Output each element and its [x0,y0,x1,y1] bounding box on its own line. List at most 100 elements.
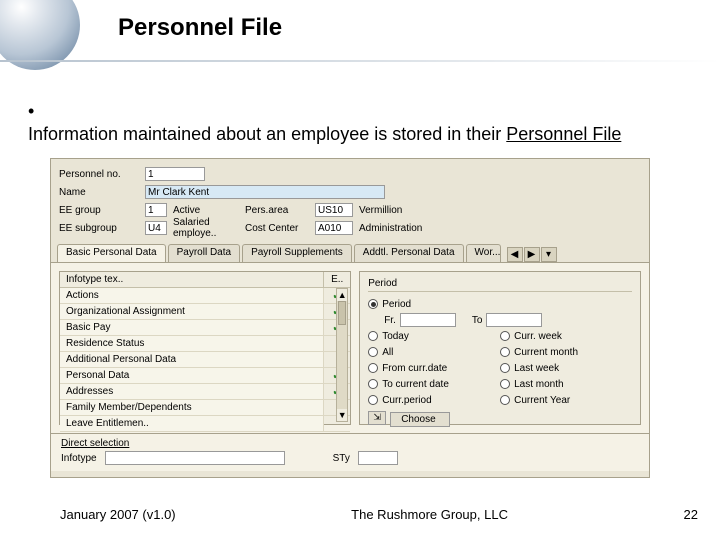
to-date-field[interactable] [486,313,542,327]
name-field[interactable]: Mr Clark Kent [145,185,385,199]
radio-curr-week-label: Curr. week [514,331,562,342]
radio-period[interactable] [368,299,378,309]
radio-all[interactable] [368,347,378,357]
list-item-label: Basic Pay [60,320,324,335]
infotype-list-header: Infotype tex.. E.. [60,272,350,288]
slide-number: 22 [684,507,698,522]
cost-center-field[interactable]: A010 [315,221,353,235]
list-item[interactable]: Residence Status [60,336,350,352]
col-exists: E.. [324,272,350,287]
from-date-field[interactable] [400,313,456,327]
direct-selection-title: Direct selection [61,438,639,449]
radio-current-year-label: Current Year [514,395,570,406]
radio-from-curr-date[interactable] [368,363,378,373]
radio-curr-period[interactable] [368,395,378,405]
list-item[interactable]: Family Member/Dependents [60,400,350,416]
pers-area-text: Vermillion [353,205,402,216]
header-rule [0,60,720,62]
pers-area-field[interactable]: US10 [315,203,353,217]
to-label: To [472,315,483,326]
radio-curr-week[interactable] [500,331,510,341]
list-item-label: Family Member/Dependents [60,400,324,415]
radio-curr-period-label: Curr.period [382,395,431,406]
list-item-label: Organizational Assignment [60,304,324,319]
slide-footer: January 2007 (v1.0) The Rushmore Group, … [60,507,698,522]
tab-nav: ◀ ▶ ▾ [507,247,557,262]
tab-next-icon[interactable]: ▶ [524,247,540,262]
radio-last-week[interactable] [500,363,510,373]
radio-to-current-date-label: To current date [382,379,449,390]
infotype-field[interactable] [105,451,285,465]
period-panel: Period Period Fr. To Today All From curr… [359,271,641,425]
list-item[interactable]: Basic Pay✓ [60,320,350,336]
col-infotype-text: Infotype tex.. [60,272,324,287]
choose-icon[interactable]: ⇲ [368,411,386,425]
ee-group-text: Active [167,205,245,216]
tab-work[interactable]: Wor... [466,244,501,262]
ee-subgroup-text: Salaried employe.. [167,217,245,239]
infotype-list-panel: Infotype tex.. E.. Actions✓ Organization… [59,271,351,425]
list-item-label: Additional Personal Data [60,352,324,367]
label-pers-area: Pers.area [245,205,315,216]
scroll-up-icon[interactable]: ▲ [337,289,347,301]
radio-from-curr-date-label: From curr.date [382,363,447,374]
list-item[interactable]: Addresses✓ [60,384,350,400]
list-item-label: Leave Entitlemen.. [60,416,324,431]
header-form: Personnel no. 1 Name Mr Clark Kent EE gr… [51,159,649,241]
label-pers-no: Personnel no. [59,169,145,180]
scroll-thumb[interactable] [338,301,346,325]
tab-body: Infotype tex.. E.. Actions✓ Organization… [51,263,649,433]
footer-center: The Rushmore Group, LLC [351,507,508,522]
tab-payroll-data[interactable]: Payroll Data [168,244,240,262]
tab-list-icon[interactable]: ▾ [541,247,557,262]
list-item[interactable]: Additional Personal Data [60,352,350,368]
app-screenshot: Personnel no. 1 Name Mr Clark Kent EE gr… [50,158,650,478]
list-item-label: Personal Data [60,368,324,383]
radio-all-label: All [382,347,393,358]
footer-left: January 2007 (v1.0) [60,507,176,522]
bullet-point: • Information maintained about an employ… [28,100,680,147]
from-label: Fr. [384,315,396,326]
label-name: Name [59,187,145,198]
tab-prev-icon[interactable]: ◀ [507,247,523,262]
choose-button[interactable]: Choose [390,412,450,427]
sty-label: STy [333,453,350,464]
cost-center-text: Administration [353,223,422,234]
label-ee-group: EE group [59,205,145,216]
radio-current-month-label: Current month [514,347,578,358]
infotype-label: Infotype [61,453,97,464]
list-item[interactable]: Actions✓ [60,288,350,304]
sty-field[interactable] [358,451,398,465]
ee-subgroup-field[interactable]: U4 [145,221,167,235]
bullet-underlined: Personnel File [506,124,621,144]
radio-last-week-label: Last week [514,363,559,374]
radio-today-label: Today [382,331,409,342]
tab-bar: Basic Personal Data Payroll Data Payroll… [51,241,649,263]
list-item[interactable]: Personal Data✓ [60,368,350,384]
radio-current-year[interactable] [500,395,510,405]
scroll-down-icon[interactable]: ▼ [337,409,347,421]
tab-payroll-supplements[interactable]: Payroll Supplements [242,244,352,262]
slide-title: Personnel File [118,14,282,42]
radio-to-current-date[interactable] [368,379,378,389]
ee-group-field[interactable]: 1 [145,203,167,217]
radio-current-month[interactable] [500,347,510,357]
list-item-label: Actions [60,288,324,303]
label-cost-center: Cost Center [245,223,315,234]
list-item[interactable]: Leave Entitlemen.. [60,416,350,432]
tab-basic-personal-data[interactable]: Basic Personal Data [57,244,166,262]
period-title: Period [368,276,632,292]
list-item-label: Residence Status [60,336,324,351]
radio-last-month[interactable] [500,379,510,389]
list-scrollbar[interactable]: ▲ ▼ [336,288,348,422]
radio-last-month-label: Last month [514,379,563,390]
radio-today[interactable] [368,331,378,341]
bullet-text: Information maintained about an employee… [28,124,506,144]
list-item-label: Addresses [60,384,324,399]
radio-period-label: Period [382,299,411,310]
label-ee-subgroup: EE subgroup [59,223,145,234]
pers-no-field[interactable]: 1 [145,167,205,181]
tab-addtl-personal-data[interactable]: Addtl. Personal Data [354,244,464,262]
list-item[interactable]: Organizational Assignment✓ [60,304,350,320]
direct-selection-panel: Direct selection Infotype STy [51,433,649,471]
